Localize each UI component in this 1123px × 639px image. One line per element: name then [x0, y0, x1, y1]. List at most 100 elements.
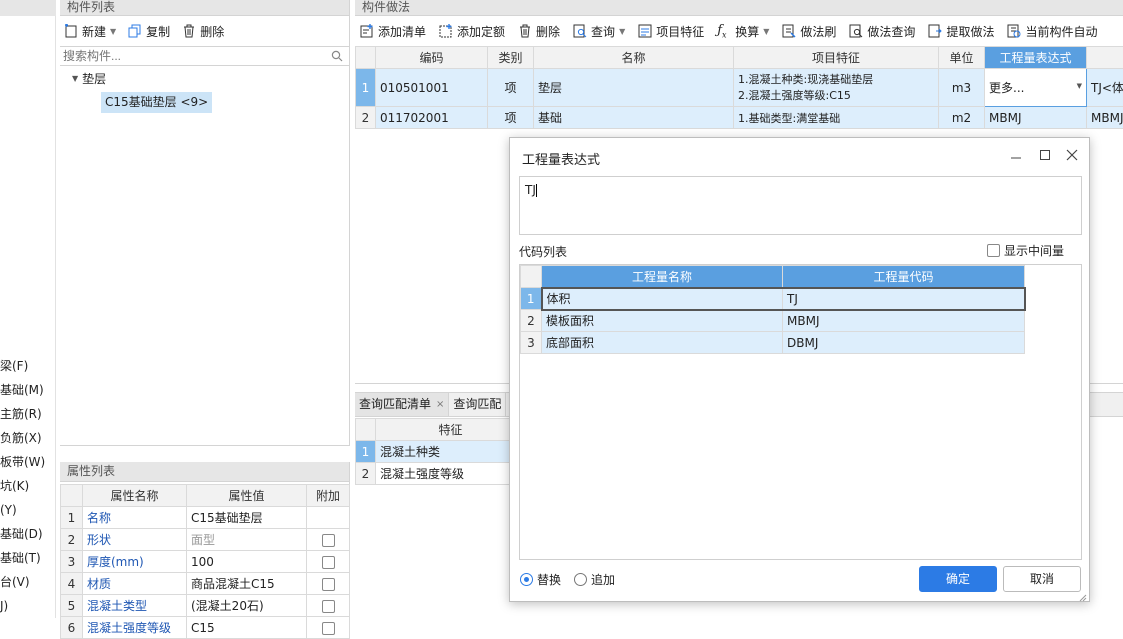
expression-dialog: 工程量表达式 TJ 代码列表 显示中间量 工程量名称工程量代码 1体积TJ 2模…	[509, 137, 1090, 602]
ok-button[interactable]: 确定	[919, 566, 997, 592]
tree-group[interactable]: ▼ 垫层	[72, 70, 106, 87]
code-list-label: 代码列表	[519, 243, 567, 260]
nav-item[interactable]: 基础(M)	[0, 378, 56, 402]
table-row[interactable]: 4材质商品混凝土C15	[61, 573, 350, 595]
feature-line: 1.混凝土种类:现浇基础垫层	[738, 72, 934, 88]
copy-label: 复制	[146, 23, 170, 40]
table-row[interactable]: 2 011702001 项 基础 1.基础类型:满堂基础 m2 MBMJ MBM…	[356, 107, 1123, 129]
chevron-down-icon[interactable]: ▼	[110, 27, 116, 36]
collapse-triangle-icon[interactable]: ▼	[72, 74, 78, 83]
component-list-panel: 构件列表 新建▼ 复制 删除 ▼ 垫层 C15基础垫层 <9>	[60, 0, 350, 446]
nav-item[interactable]: 基础(D)	[0, 522, 56, 546]
search-icon[interactable]	[331, 50, 343, 62]
delete-button[interactable]: 删除	[518, 23, 560, 40]
nav-item[interactable]: 梁(F)	[0, 354, 56, 378]
attach-checkbox[interactable]	[322, 556, 335, 569]
method-query-button[interactable]: 做法查询	[849, 23, 915, 40]
expression-input[interactable]: TJ	[519, 176, 1082, 235]
toolbar-label: 查询	[591, 23, 615, 40]
nav-item[interactable]: 负筋(X)	[0, 426, 56, 450]
radio-replace[interactable]: 替换	[520, 571, 561, 588]
method-table: 编码 类别 名称 项目特征 单位 工程量表达式 1 010501001 项 垫层…	[355, 46, 1123, 129]
add-bill-button[interactable]: 添加清单	[360, 23, 426, 40]
expr-dropdown[interactable]: 更多...▼	[985, 69, 1087, 107]
column-header: 工程量名称	[542, 266, 783, 288]
table-row[interactable]: 2混凝土强度等级	[356, 463, 526, 485]
new-button[interactable]: 新建 ▼	[64, 23, 116, 40]
brush-icon	[782, 24, 796, 38]
column-header: 单位	[939, 47, 985, 69]
table-row[interactable]: 2模板面积MBMJ	[521, 310, 1025, 332]
checkbox-box[interactable]	[987, 244, 1000, 257]
resize-grip-icon[interactable]	[1079, 591, 1087, 599]
convert-button[interactable]: ƒx换算▼	[717, 23, 769, 40]
column-header: 项目特征	[734, 47, 939, 69]
chevron-down-icon[interactable]: ▼	[1077, 82, 1082, 90]
column-header: 属性值	[187, 485, 307, 507]
radio-append[interactable]: 追加	[574, 571, 615, 588]
toolbar-label: 项目特征	[656, 23, 704, 40]
table-row[interactable]: 1名称C15基础垫层	[61, 507, 350, 529]
toolbar-label: 删除	[536, 23, 560, 40]
maximize-icon[interactable]	[1039, 149, 1051, 161]
trash-icon	[182, 24, 196, 38]
toolbar-label: 添加定额	[457, 23, 505, 40]
auto-method-button[interactable]: 当前构件自动	[1007, 23, 1097, 40]
extract-method-button[interactable]: 提取做法	[928, 23, 994, 40]
code-list-container: 工程量名称工程量代码 1体积TJ 2模板面积MBMJ 3底部面积DBMJ	[519, 264, 1082, 560]
property-table: 属性名称属性值附加 1名称C15基础垫层 2形状面型 3厚度(mm)100 4材…	[60, 484, 350, 639]
show-intermediate-checkbox[interactable]: 显示中间量	[987, 242, 1064, 259]
close-icon[interactable]	[1066, 149, 1078, 161]
nav-item[interactable]: 板带(W)	[0, 450, 56, 474]
close-icon[interactable]: ×	[436, 393, 444, 416]
feature-line: 2.混凝土强度等级:C15	[738, 88, 934, 104]
column-header-selected[interactable]: 工程量表达式	[985, 47, 1087, 69]
table-row[interactable]: 1 010501001 项 垫层 1.混凝土种类:现浇基础垫层2.混凝土强度等级…	[356, 69, 1123, 107]
copy-button[interactable]: 复制	[128, 23, 170, 40]
toolbar-label: 添加清单	[378, 23, 426, 40]
component-search-input[interactable]	[60, 47, 320, 65]
tree-item-selected[interactable]: C15基础垫层 <9>	[101, 92, 212, 113]
minimize-icon[interactable]	[1010, 148, 1022, 160]
tab-query-bill[interactable]: 查询匹配清单×	[355, 393, 449, 416]
table-row[interactable]: 6混凝土强度等级C15	[61, 617, 350, 639]
query-icon	[573, 24, 587, 38]
new-label: 新建	[82, 23, 106, 40]
table-row[interactable]: 3厚度(mm)100	[61, 551, 350, 573]
radio-unchecked-icon[interactable]	[574, 573, 587, 586]
add-quota-button[interactable]: 添加定额	[439, 23, 505, 40]
expression-text: TJ	[525, 183, 536, 197]
copy-icon	[128, 24, 142, 38]
radio-checked-icon[interactable]	[520, 573, 533, 586]
table-row[interactable]: 1混凝土种类	[356, 441, 526, 463]
table-row[interactable]: 3底部面积DBMJ	[521, 332, 1025, 354]
nav-item[interactable]: 台(V)	[0, 570, 56, 594]
table-row[interactable]: 2形状面型	[61, 529, 350, 551]
nav-item[interactable]: J)	[0, 594, 56, 618]
chevron-down-icon[interactable]: ▼	[763, 27, 769, 36]
tab-query-match[interactable]: 查询匹配	[449, 393, 506, 416]
add-list-icon	[360, 24, 374, 38]
radio-label: 追加	[591, 571, 615, 588]
nav-item[interactable]: 坑(K)	[0, 474, 56, 498]
nav-item[interactable]: 主筋(R)	[0, 402, 56, 426]
table-row[interactable]: 5混凝土类型(混凝土20石)	[61, 595, 350, 617]
nav-item[interactable]: (Y)	[0, 498, 56, 522]
query-button[interactable]: 查询 ▼	[573, 23, 625, 40]
chevron-down-icon[interactable]: ▼	[619, 27, 625, 36]
attach-checkbox[interactable]	[322, 578, 335, 591]
table-row[interactable]: 1体积TJ	[521, 288, 1025, 310]
toolbar-label: 做法查询	[867, 23, 915, 40]
method-brush-button[interactable]: 做法刷	[782, 23, 836, 40]
attach-checkbox[interactable]	[322, 600, 335, 613]
cancel-button[interactable]: 取消	[1003, 566, 1081, 592]
delete-label: 删除	[200, 23, 224, 40]
property-list-panel: 属性列表 属性名称属性值附加 1名称C15基础垫层 2形状面型 3厚度(mm)1…	[60, 462, 350, 618]
attach-checkbox[interactable]	[322, 622, 335, 635]
item-feature-button[interactable]: 项目特征	[638, 23, 704, 40]
nav-item[interactable]: 基础(T)	[0, 546, 56, 570]
toolbar-label: 做法刷	[800, 23, 836, 40]
delete-button[interactable]: 删除	[182, 23, 224, 40]
attach-checkbox[interactable]	[322, 534, 335, 547]
tab-label: 查询匹配清单	[359, 393, 431, 416]
